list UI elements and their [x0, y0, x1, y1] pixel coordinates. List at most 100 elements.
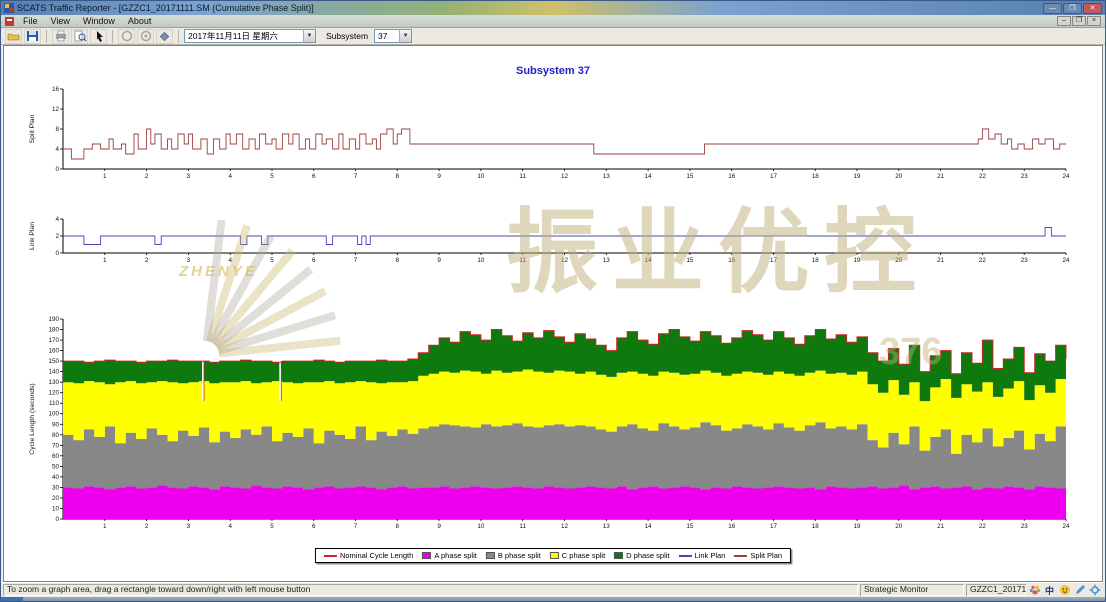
- svg-text:21: 21: [937, 257, 945, 264]
- svg-text:16: 16: [52, 86, 60, 93]
- y-axis: 0102030405060708090100110120130140150160…: [29, 316, 63, 523]
- svg-text:20: 20: [52, 495, 60, 502]
- charts-container[interactable]: 0481216Split Plan12345678910111213141516…: [1, 1, 1105, 601]
- menu-file[interactable]: File: [17, 16, 44, 26]
- disabled-tool-button-1: [118, 29, 135, 44]
- svg-text:4: 4: [228, 257, 232, 264]
- svg-text:15: 15: [686, 173, 694, 180]
- cycle-length-chart[interactable]: 0102030405060708090100110120130140150160…: [21, 309, 1101, 537]
- print-button[interactable]: [52, 29, 69, 44]
- svg-text:0: 0: [55, 166, 59, 173]
- svg-text:4: 4: [228, 173, 232, 180]
- svg-text:3: 3: [187, 257, 191, 264]
- svg-text:19: 19: [853, 523, 861, 530]
- svg-text:11: 11: [519, 523, 526, 530]
- svg-text:7: 7: [354, 523, 358, 530]
- menu-about[interactable]: About: [122, 16, 158, 26]
- svg-text:160: 160: [48, 348, 59, 355]
- svg-text:19: 19: [853, 173, 861, 180]
- svg-text:1: 1: [103, 173, 107, 180]
- mdi-close-button[interactable]: ×: [1087, 16, 1101, 26]
- legend-item: D phase split: [614, 551, 669, 560]
- svg-text:120: 120: [48, 390, 59, 397]
- svg-text:130: 130: [48, 379, 59, 386]
- date-combobox[interactable]: 2017年11月11日 星期六 ▼: [184, 29, 316, 43]
- mdi-restore-button[interactable]: ❐: [1072, 16, 1086, 26]
- disabled-tool-button-2: [137, 29, 154, 44]
- svg-text:20: 20: [895, 257, 903, 264]
- svg-text:60: 60: [52, 453, 60, 460]
- disabled-target-icon: [140, 30, 152, 42]
- x-axis: 123456789101112131415161718192021222324: [63, 169, 1070, 180]
- svg-text:12: 12: [561, 523, 569, 530]
- emoji-icon[interactable]: [1058, 584, 1071, 597]
- x-axis: 123456789101112131415161718192021222324: [63, 519, 1070, 530]
- svg-text:5: 5: [270, 257, 274, 264]
- menu-view[interactable]: View: [45, 16, 76, 26]
- svg-text:16: 16: [728, 173, 736, 180]
- document-icon[interactable]: [3, 17, 16, 26]
- close-button[interactable]: ✕: [1083, 3, 1102, 14]
- chevron-down-icon[interactable]: ▼: [303, 30, 315, 42]
- series-line: [63, 129, 1066, 159]
- window-title: SCATS Traffic Reporter - [GZZC1_20171111…: [17, 3, 1040, 13]
- print-preview-button[interactable]: [71, 29, 88, 44]
- svg-text:11: 11: [519, 257, 526, 264]
- svg-text:4: 4: [228, 523, 232, 530]
- svg-text:20: 20: [895, 173, 903, 180]
- open-button[interactable]: [5, 29, 22, 44]
- svg-text:10: 10: [477, 523, 485, 530]
- legend-label: B phase split: [498, 551, 541, 560]
- svg-text:50: 50: [52, 463, 60, 470]
- svg-text:9: 9: [437, 257, 441, 264]
- split-plan-chart[interactable]: 0481216Split Plan12345678910111213141516…: [21, 81, 1101, 185]
- svg-text:90: 90: [52, 421, 60, 428]
- status-hint: To zoom a graph area, drag a rectangle t…: [3, 584, 858, 596]
- svg-text:24: 24: [1062, 523, 1070, 530]
- svg-text:10: 10: [477, 257, 485, 264]
- svg-text:1: 1: [103, 257, 107, 264]
- paw-icon[interactable]: [1028, 584, 1041, 597]
- subsystem-combobox[interactable]: 37 ▼: [374, 29, 412, 43]
- svg-text:7: 7: [354, 173, 358, 180]
- svg-text:8: 8: [396, 257, 400, 264]
- start-button-sliver[interactable]: [1, 597, 23, 601]
- svg-text:2: 2: [55, 233, 59, 240]
- diamond-button[interactable]: [156, 29, 173, 44]
- title-bar[interactable]: SCATS Traffic Reporter - [GZZC1_20171111…: [1, 1, 1105, 15]
- chevron-down-icon[interactable]: ▼: [399, 30, 411, 42]
- mdi-minimize-button[interactable]: –: [1057, 16, 1071, 26]
- svg-text:12: 12: [52, 106, 60, 113]
- svg-text:170: 170: [48, 337, 59, 344]
- app-window: SCATS Traffic Reporter - [GZZC1_20171111…: [0, 0, 1106, 602]
- legend-swatch: [486, 552, 495, 559]
- print-preview-icon: [73, 30, 87, 42]
- series-line: [63, 228, 1066, 245]
- legend-swatch: [422, 552, 431, 559]
- gear-icon[interactable]: [1088, 584, 1101, 597]
- svg-text:4: 4: [55, 146, 59, 153]
- link-plan-chart[interactable]: 024Link Plan1234567891011121314151617181…: [21, 209, 1101, 273]
- svg-text:9: 9: [437, 523, 441, 530]
- menu-window[interactable]: Window: [77, 16, 121, 26]
- svg-text:18: 18: [812, 257, 820, 264]
- svg-text:14: 14: [645, 173, 653, 180]
- minimize-button[interactable]: —: [1043, 3, 1062, 14]
- taskbar-strip[interactable]: [1, 597, 1105, 601]
- svg-text:17: 17: [770, 173, 778, 180]
- pencil-icon[interactable]: [1073, 584, 1086, 597]
- legend-item: Link Plan: [679, 551, 726, 560]
- svg-text:6: 6: [312, 173, 316, 180]
- svg-text:6: 6: [312, 523, 316, 530]
- save-button[interactable]: [24, 29, 41, 44]
- legend-item: C phase split: [550, 551, 605, 560]
- print-icon: [54, 30, 68, 42]
- maximize-button[interactable]: ❐: [1063, 3, 1082, 14]
- disabled-circle-icon: [121, 30, 133, 42]
- pointer-button[interactable]: [90, 29, 107, 44]
- svg-text:10: 10: [477, 173, 485, 180]
- ime-language-icon[interactable]: 中: [1043, 584, 1056, 597]
- svg-text:8: 8: [396, 173, 400, 180]
- svg-text:12: 12: [561, 257, 569, 264]
- svg-text:16: 16: [728, 523, 736, 530]
